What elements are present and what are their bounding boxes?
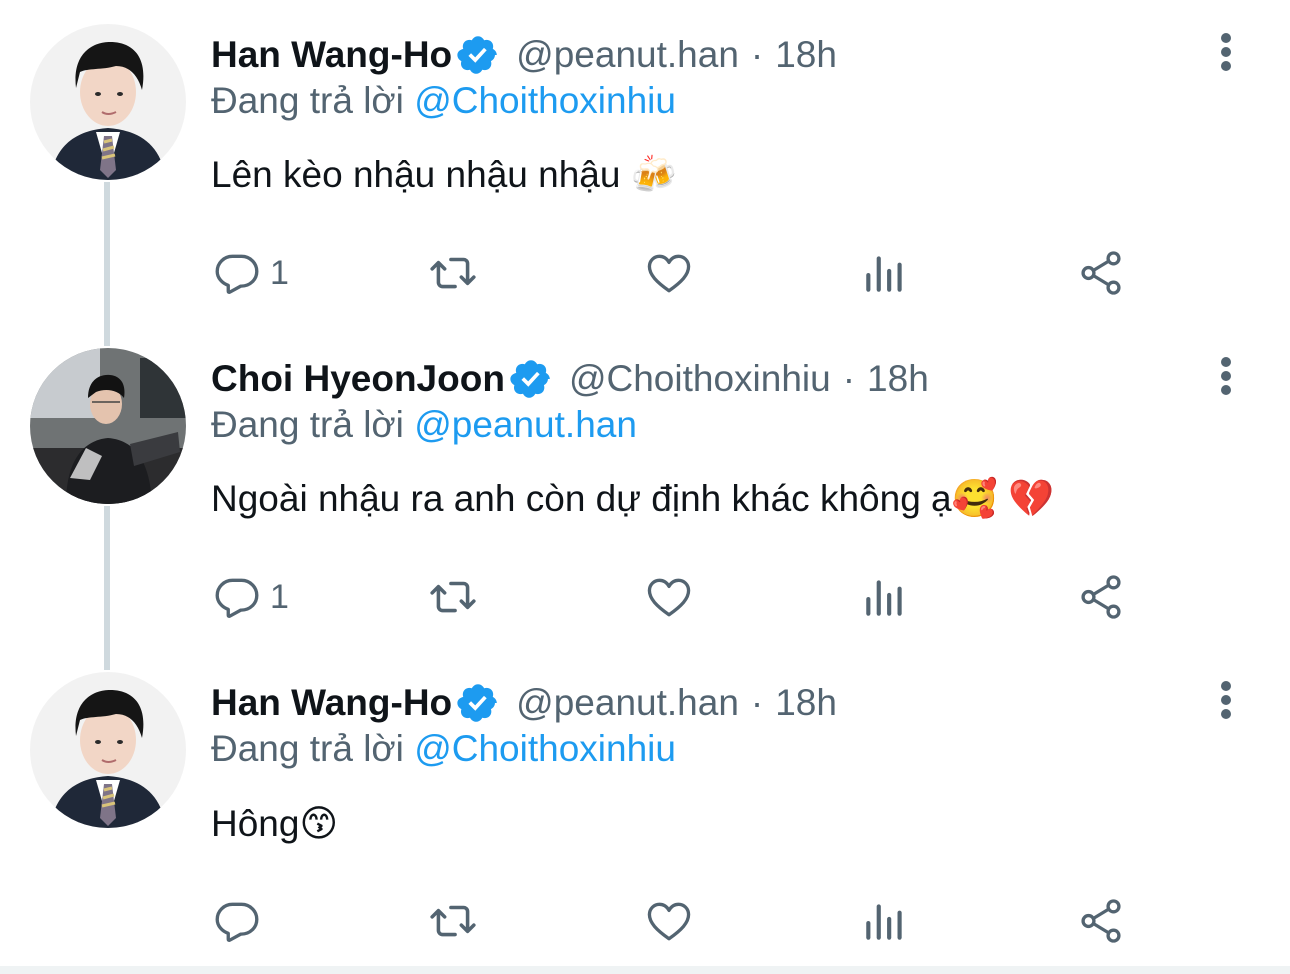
heart-icon xyxy=(647,902,691,941)
tweet[interactable]: Han Wang-Ho @peanut.han · 18h Đang trả l… xyxy=(0,648,1290,972)
heart-icon xyxy=(647,578,691,617)
separator-dot: · xyxy=(750,682,764,723)
avatar[interactable] xyxy=(30,672,186,828)
avatar-photo-icon xyxy=(30,348,186,504)
mention-link[interactable]: @Choithoxinhiu xyxy=(414,80,676,121)
tweet-text: Ngoài nhậu ra anh còn dự định khác không… xyxy=(211,478,1055,519)
tweet-header: Han Wang-Ho @peanut.han · 18h xyxy=(211,680,837,726)
tweet[interactable]: Choi HyeonJoon @Choithoxinhiu · 18h Đang… xyxy=(0,324,1290,648)
share-icon xyxy=(1081,251,1121,295)
timestamp[interactable]: 18h xyxy=(775,682,837,724)
user-handle[interactable]: @peanut.han xyxy=(516,34,739,76)
divider xyxy=(0,966,1290,974)
avatar-photo-icon xyxy=(30,24,186,180)
reply-count: 1 xyxy=(270,253,289,292)
reply-icon xyxy=(215,254,259,294)
share-button[interactable] xyxy=(1076,246,1126,300)
reply-button[interactable] xyxy=(212,894,270,948)
reply-button[interactable]: 1 xyxy=(212,246,289,300)
verified-badge-icon xyxy=(509,357,553,401)
replying-prefix: Đang trả lời xyxy=(211,728,404,769)
user-handle[interactable]: @peanut.han xyxy=(516,682,739,724)
tweet-text: Lên kèo nhậu nhậu nhậu 🍻 xyxy=(211,154,677,195)
mention-link[interactable]: @Choithoxinhiu xyxy=(414,728,676,769)
like-button[interactable] xyxy=(644,570,694,624)
replying-to-line: Đang trả lời @Choithoxinhiu xyxy=(211,80,676,122)
analytics-icon xyxy=(866,904,902,940)
display-name[interactable]: Han Wang-Ho xyxy=(211,682,452,724)
reply-count: 1 xyxy=(270,577,289,616)
verified-badge-icon xyxy=(456,681,500,725)
retweet-icon xyxy=(430,257,476,289)
avatar[interactable] xyxy=(30,348,186,504)
share-icon xyxy=(1081,899,1121,943)
user-handle[interactable]: @Choithoxinhiu xyxy=(569,358,831,400)
more-vertical-icon[interactable] xyxy=(1206,354,1246,398)
avatar-photo-icon xyxy=(30,672,186,828)
more-vertical-icon[interactable] xyxy=(1206,30,1246,74)
separator-dot: · xyxy=(750,34,764,75)
share-button[interactable] xyxy=(1076,570,1126,624)
mention-link[interactable]: @peanut.han xyxy=(414,404,637,445)
separator-dot: · xyxy=(842,358,856,399)
retweet-button[interactable] xyxy=(428,246,478,300)
retweet-button[interactable] xyxy=(428,570,478,624)
share-button[interactable] xyxy=(1076,894,1126,948)
tweet-text: Hông😙 xyxy=(211,803,339,844)
action-bar xyxy=(0,894,1290,948)
replying-to-line: Đang trả lời @peanut.han xyxy=(211,404,637,446)
retweet-icon xyxy=(430,581,476,613)
reply-icon xyxy=(215,902,259,942)
tweet[interactable]: Han Wang-Ho @peanut.han · 18h Đang trả l… xyxy=(0,0,1290,324)
action-bar: 1 xyxy=(0,570,1290,624)
replying-prefix: Đang trả lời xyxy=(211,404,404,445)
display-name[interactable]: Choi HyeonJoon xyxy=(211,358,505,400)
analytics-icon xyxy=(866,580,902,616)
retweet-icon xyxy=(430,905,476,937)
replying-prefix: Đang trả lời xyxy=(211,80,404,121)
tweet-thread: Han Wang-Ho @peanut.han · 18h Đang trả l… xyxy=(0,0,1290,974)
views-button[interactable] xyxy=(860,570,910,624)
verified-badge-icon xyxy=(456,33,500,77)
tweet-header: Han Wang-Ho @peanut.han · 18h xyxy=(211,32,837,78)
like-button[interactable] xyxy=(644,894,694,948)
avatar[interactable] xyxy=(30,24,186,180)
views-button[interactable] xyxy=(860,246,910,300)
share-icon xyxy=(1081,575,1121,619)
timestamp[interactable]: 18h xyxy=(867,358,929,400)
replying-to-line: Đang trả lời @Choithoxinhiu xyxy=(211,728,676,770)
analytics-icon xyxy=(866,256,902,292)
reply-button[interactable]: 1 xyxy=(212,570,289,624)
more-vertical-icon[interactable] xyxy=(1206,678,1246,722)
like-button[interactable] xyxy=(644,246,694,300)
action-bar: 1 xyxy=(0,246,1290,300)
timestamp[interactable]: 18h xyxy=(775,34,837,76)
display-name[interactable]: Han Wang-Ho xyxy=(211,34,452,76)
reply-icon xyxy=(215,578,259,618)
tweet-header: Choi HyeonJoon @Choithoxinhiu · 18h xyxy=(211,356,929,402)
heart-icon xyxy=(647,254,691,293)
retweet-button[interactable] xyxy=(428,894,478,948)
views-button[interactable] xyxy=(860,894,910,948)
